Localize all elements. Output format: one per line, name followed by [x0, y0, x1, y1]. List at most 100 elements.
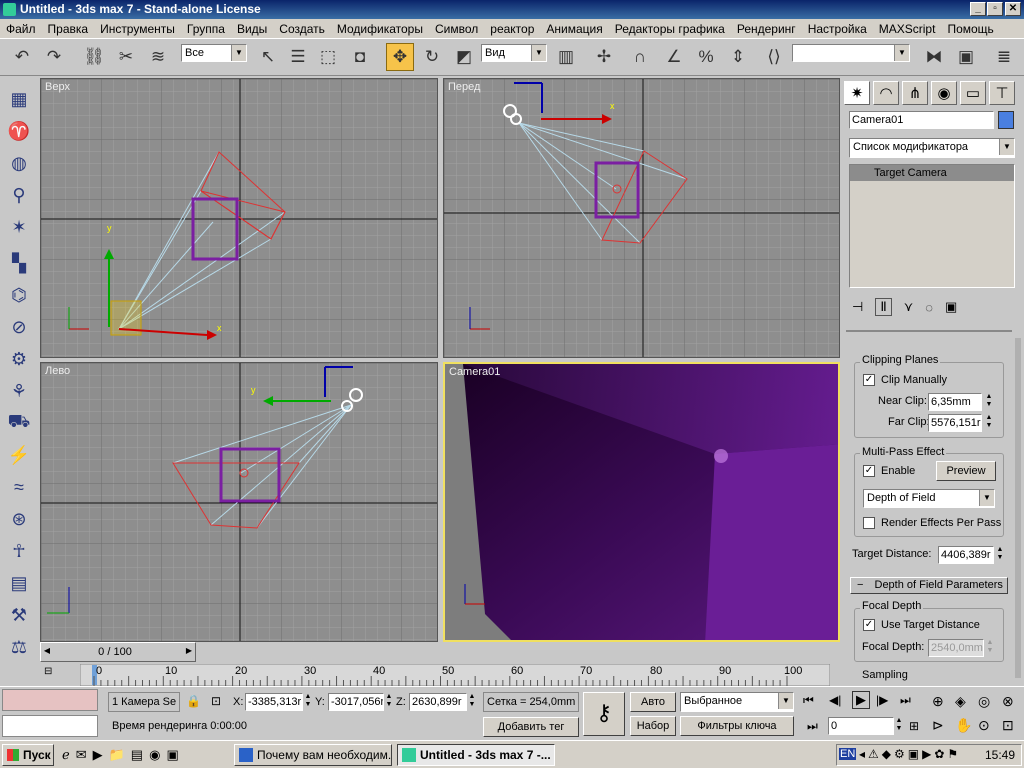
menu-file[interactable]: Файл — [0, 22, 42, 36]
goto-end-icon[interactable]: ⏭ — [900, 693, 911, 708]
focal-depth-spinner[interactable]: ▲ ▼ — [985, 639, 995, 657]
hinge-icon[interactable]: ⊛ — [6, 506, 32, 532]
save-icon[interactable]: ▤ — [131, 747, 143, 763]
language-indicator[interactable]: EN — [839, 748, 857, 760]
multipass-effect-dropdown[interactable]: Depth of Field ▼ — [863, 489, 995, 508]
percent-snap-icon[interactable]: % — [692, 43, 720, 71]
menu-create[interactable]: Создать — [273, 22, 331, 36]
modifier-list-dropdown[interactable]: Список модификатора ▼ — [849, 138, 1015, 158]
menu-animation[interactable]: Анимация — [540, 22, 608, 36]
task-3dsmax[interactable]: Untitled - 3ds max 7 -... — [397, 744, 555, 766]
motion-tab-icon[interactable]: ◉ — [931, 81, 957, 105]
spinner-snap-icon[interactable]: ⇕ — [724, 43, 752, 71]
menu-customize[interactable]: Настройка — [802, 22, 873, 36]
named-selection-dropdown[interactable]: ▼ — [792, 44, 910, 62]
link-icon[interactable]: ⛓ — [80, 43, 108, 71]
ragdoll-icon[interactable]: ☥ — [6, 538, 32, 564]
display-tab-icon[interactable]: ▭ — [960, 81, 986, 105]
viewport-left[interactable]: y Лево — [40, 362, 438, 642]
motor-icon[interactable]: ⚙ — [6, 346, 32, 372]
scale-icon[interactable]: ◩ — [450, 43, 478, 71]
target-distance-field[interactable]: 4406,389r — [938, 546, 994, 564]
menu-maxscript[interactable]: MAXScript — [873, 22, 942, 36]
start-button[interactable]: Пуск — [2, 744, 54, 766]
field-of-view-icon[interactable]: ⊳ — [932, 717, 944, 734]
key-mode-icon[interactable]: ⏭ — [807, 719, 818, 734]
viewport-left-label[interactable]: Лево — [45, 365, 70, 377]
select-object-icon[interactable]: ↖ — [254, 43, 282, 71]
max-toggle-icon[interactable]: ⊡ — [1002, 717, 1014, 734]
analyze-world-icon[interactable]: ⚖ — [6, 634, 32, 660]
create-tab-icon[interactable]: ✷ — [844, 81, 870, 105]
redo-icon[interactable]: ↷ — [40, 43, 68, 71]
stack-item-target-camera[interactable]: Target Camera — [850, 165, 1014, 181]
key-selection-dropdown[interactable]: Выбранное ▼ — [680, 692, 794, 712]
water-icon[interactable]: ≈ — [6, 474, 32, 500]
absolute-mode-icon[interactable]: ⊡ — [211, 694, 221, 708]
dashpot-icon[interactable]: ⊘ — [6, 314, 32, 340]
slider-prev-icon[interactable]: ◀ — [41, 646, 53, 655]
minimize-button[interactable]: _ — [970, 2, 986, 16]
render-effects-per-pass-checkbox[interactable] — [863, 517, 875, 529]
viewport-front-label[interactable]: Перед — [448, 81, 480, 93]
viewport-top[interactable]: x y Верх — [40, 78, 438, 358]
move-icon[interactable]: ✥ — [386, 43, 414, 71]
use-target-distance-checkbox[interactable]: ✓ — [863, 619, 875, 631]
select-by-name-icon[interactable]: ☰ — [284, 43, 312, 71]
dof-parameters-rollout[interactable]: − Depth of Field Parameters — [850, 577, 1008, 594]
toy-car-icon[interactable]: ⛟ — [6, 410, 32, 436]
rope-collection-icon[interactable]: ⚲ — [6, 182, 32, 208]
show-end-result-icon[interactable]: Ⅱ — [875, 298, 892, 316]
undo-icon[interactable]: ↶ — [8, 43, 36, 71]
far-clip-spinner[interactable]: ▲ ▼ — [984, 414, 994, 432]
modify-tab-icon[interactable]: ◠ — [873, 81, 899, 105]
utilities-tab-icon[interactable]: ⊤ — [989, 81, 1015, 105]
goto-start-icon[interactable]: ⏮ — [803, 693, 814, 708]
media-player-icon[interactable]: ▶ — [93, 747, 103, 763]
spring-icon[interactable]: ⌬ — [6, 282, 32, 308]
reference-coord-dropdown[interactable]: Вид ▼ — [481, 44, 547, 62]
menu-views[interactable]: Виды — [231, 22, 273, 36]
clip-manually-checkbox[interactable]: ✓ — [863, 374, 875, 386]
panel-scrollbar[interactable] — [1015, 338, 1021, 678]
z-coord-spinner[interactable]: ▲ ▼ — [467, 693, 477, 711]
menu-graph-editors[interactable]: Редакторы графика — [609, 22, 731, 36]
track-view-toggle-icon[interactable]: ⊟ — [44, 666, 58, 684]
snap-3d-icon[interactable]: ∩ — [626, 43, 654, 71]
zoom-all-icon[interactable]: ◈ — [955, 693, 966, 710]
menu-modifiers[interactable]: Модификаторы — [331, 22, 429, 36]
rigid-body-collection-icon[interactable]: ▦ — [6, 86, 32, 112]
ie-icon[interactable]: ℯ — [62, 747, 70, 763]
mirror-icon[interactable]: ⧓ — [920, 43, 948, 71]
preview-button[interactable]: Preview — [936, 461, 996, 481]
target-distance-spinner[interactable]: ▲ ▼ — [995, 546, 1005, 564]
align-icon[interactable]: ▣ — [952, 43, 980, 71]
current-frame-spinner[interactable]: ▲ ▼ — [894, 717, 904, 735]
tv-icon[interactable]: ▣ — [166, 747, 178, 763]
outlook-icon[interactable]: ✉ — [76, 747, 87, 763]
fracture-icon[interactable]: ⚡ — [6, 442, 32, 468]
tray-icons[interactable]: ◂⚠◆⚙▣▶✿⚑ — [859, 747, 961, 761]
wind-icon[interactable]: ⚘ — [6, 378, 32, 404]
cloth-collection-icon[interactable]: ♈ — [6, 118, 32, 144]
key-filters-button[interactable]: Фильтры ключа — [680, 716, 794, 736]
layer-manager-icon[interactable]: ≣ — [990, 43, 1018, 71]
viewport-top-label[interactable]: Верх — [45, 81, 70, 93]
x-coord-spinner[interactable]: ▲ ▼ — [303, 693, 313, 711]
cd-icon[interactable]: ◉ — [149, 747, 160, 763]
object-name-field[interactable]: Camera01 — [849, 111, 994, 129]
viewport-camera-label[interactable]: Camera01 — [449, 366, 500, 378]
focal-depth-field[interactable]: 2540,0mm — [928, 639, 984, 657]
close-button[interactable]: ✕ — [1005, 2, 1021, 16]
pin-stack-icon[interactable]: ⊣ — [852, 299, 863, 315]
select-manipulate-icon[interactable]: ✢ — [590, 43, 618, 71]
multipass-enable-checkbox[interactable]: ✓ — [863, 465, 875, 477]
preview-animation-icon[interactable]: ▤ — [6, 570, 32, 596]
maxscript-listener-white[interactable] — [2, 715, 98, 737]
zoom-extents-all-icon[interactable]: ⊗ — [1002, 693, 1014, 710]
object-color-swatch[interactable] — [998, 111, 1014, 129]
maximize-button[interactable]: ▫ — [987, 2, 1003, 16]
explorer-icon[interactable]: 📁 — [109, 747, 125, 763]
menu-tools[interactable]: Инструменты — [94, 22, 181, 36]
near-clip-spinner[interactable]: ▲ ▼ — [984, 393, 994, 411]
